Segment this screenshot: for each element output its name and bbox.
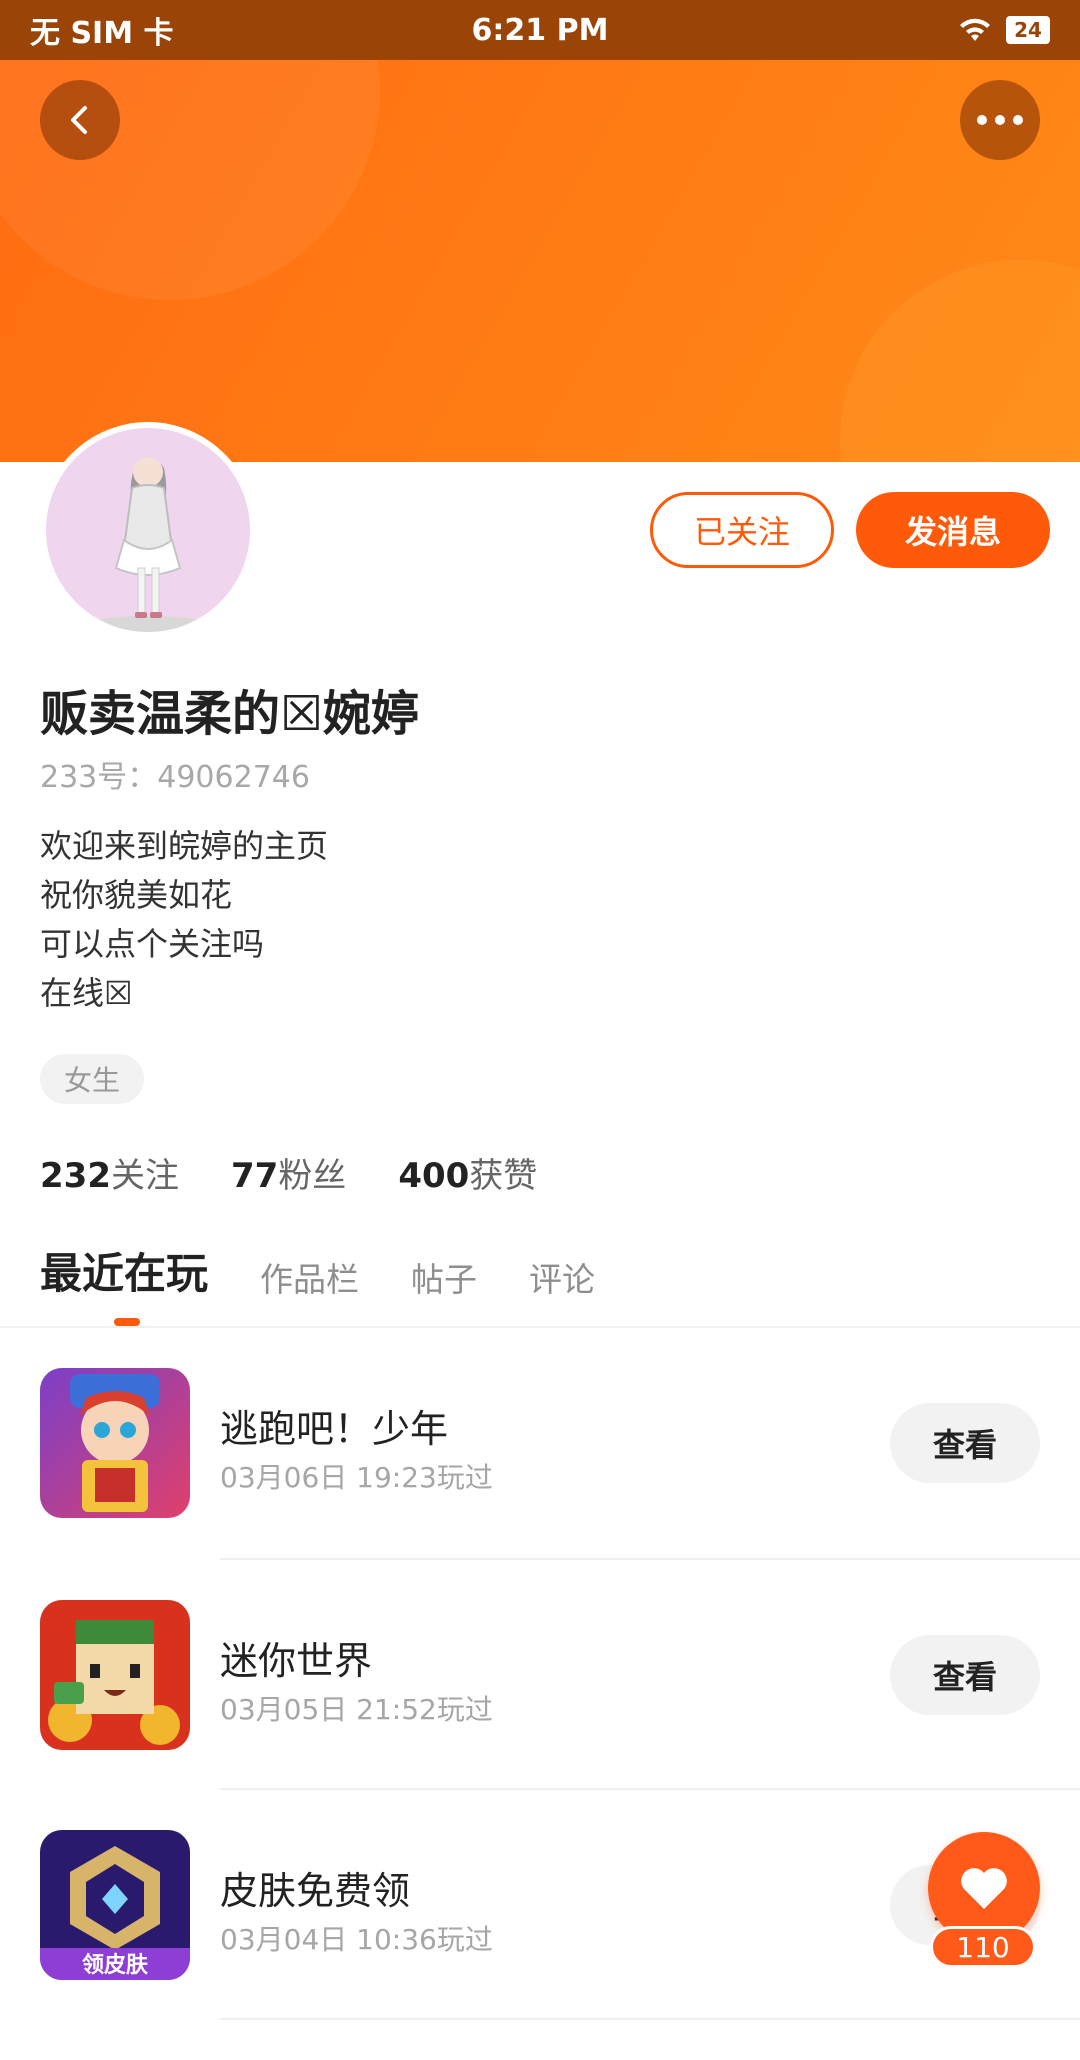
- more-button[interactable]: [960, 80, 1040, 160]
- like-count-badge: 110: [930, 1926, 1036, 1968]
- bio-line: 在线☒: [40, 974, 133, 1012]
- wifi-icon: [960, 18, 990, 41]
- carrier-text: 无 SIM 卡: [30, 16, 174, 51]
- divider: [220, 1788, 1080, 1790]
- profile-page: 无 SIM 卡 6:21 PM 24 已关注 发消息 贩卖温柔的☒婉婷 233号…: [0, 0, 1080, 2060]
- avatar[interactable]: [40, 422, 256, 638]
- more-dots-icon: [977, 115, 1023, 125]
- profile-tabs: 最近在玩 作品栏 帖子 评论: [40, 1240, 647, 1301]
- tab-posts[interactable]: 帖子: [411, 1253, 477, 1301]
- game-title: 迷你世界: [220, 1639, 373, 1683]
- stat-following[interactable]: 232关注: [40, 1148, 179, 1197]
- battery-icon: 24: [1006, 16, 1050, 44]
- avatar-character-image: [90, 457, 206, 632]
- game-played-time: 03月05日 21:52玩过: [220, 1693, 493, 1726]
- tab-comments[interactable]: 评论: [529, 1253, 595, 1301]
- divider: [220, 2018, 1080, 2020]
- profile-bio: 欢迎来到皖婷的主页 祝你貌美如花 可以点个关注吗 在线☒: [40, 822, 328, 1018]
- tab-works[interactable]: 作品栏: [260, 1253, 359, 1301]
- bio-line: 可以点个关注吗: [40, 925, 265, 963]
- divider: [0, 1326, 1080, 1328]
- status-bar: 无 SIM 卡 6:21 PM 24: [0, 0, 1080, 60]
- view-button[interactable]: 查看: [890, 1635, 1040, 1715]
- active-tab-indicator: [114, 1318, 140, 1326]
- heart-icon: [961, 1868, 1007, 1909]
- list-item[interactable]: 领皮肤 皮肤免费领 03月04日 10:36玩过 查看: [0, 1830, 1080, 1980]
- list-item[interactable]: 逃跑吧！少年 03月06日 19:23玩过 查看: [0, 1368, 1080, 1518]
- view-button[interactable]: 查看: [890, 1403, 1040, 1483]
- back-button[interactable]: [40, 80, 120, 160]
- list-item[interactable]: 迷你世界 03月05日 21:52玩过 查看: [0, 1600, 1080, 1750]
- profile-banner: 无 SIM 卡 6:21 PM 24: [0, 0, 1080, 462]
- game-skin-icon: 领皮肤: [40, 1830, 190, 1980]
- bio-line: 祝你貌美如花: [40, 876, 233, 914]
- divider: [220, 1558, 1080, 1560]
- send-message-button[interactable]: 发消息: [856, 492, 1050, 568]
- skin-icon-text: 领皮肤: [82, 1952, 149, 1978]
- game-played-time: 03月06日 19:23玩过: [220, 1461, 493, 1494]
- game-escape-icon: [40, 1368, 190, 1518]
- followed-button[interactable]: 已关注: [650, 492, 834, 568]
- game-miniworld-icon: [40, 1600, 190, 1750]
- stat-fans[interactable]: 77粉丝: [231, 1148, 346, 1197]
- gender-tag: 女生: [40, 1054, 145, 1104]
- chevron-left-icon: [71, 106, 87, 134]
- profile-uid: 233号：49062746: [40, 760, 310, 795]
- game-title: 皮肤免费领: [220, 1869, 411, 1913]
- stat-likes: 400获赞: [398, 1156, 538, 1196]
- profile-name: 贩卖温柔的☒婉婷: [40, 686, 420, 742]
- profile-stats: 232关注 77粉丝 400获赞: [40, 1148, 537, 1197]
- game-title: 逃跑吧！少年: [220, 1407, 449, 1451]
- bio-line: 欢迎来到皖婷的主页: [40, 827, 329, 865]
- game-played-time: 03月04日 10:36玩过: [220, 1923, 493, 1956]
- tab-recently-played[interactable]: 最近在玩: [40, 1240, 208, 1301]
